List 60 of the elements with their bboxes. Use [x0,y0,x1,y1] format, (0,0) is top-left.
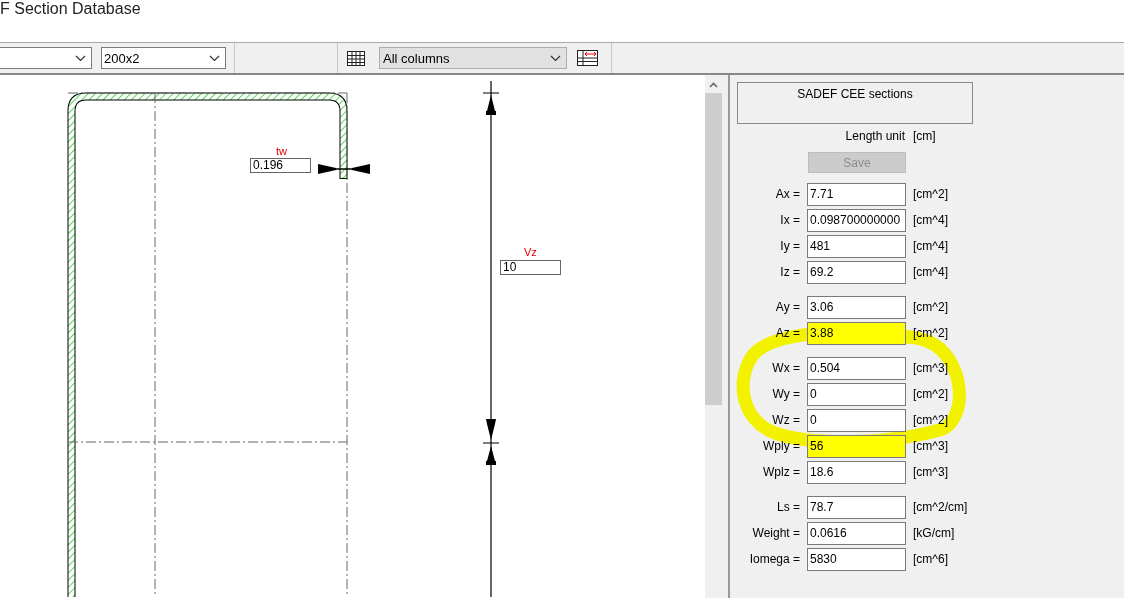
input-field[interactable]: 10 [500,260,561,275]
property-label: Iy = [779,239,800,253]
unit-label: [cm^2] [913,300,948,314]
unit-label: [cm^2] [913,326,948,340]
dimension-arrows [317,164,371,174]
input-field[interactable]: 3.88 [807,321,906,345]
input-field[interactable]: 0.196 [250,158,311,173]
length-unit-label: Length unit [844,129,905,143]
unit-label: [cm^3] [913,361,948,375]
input-field[interactable]: 78.7 [807,495,906,519]
unit-label: [cm^4] [913,213,948,227]
property-label: Ay = [774,300,800,314]
window-title: F Section Database [0,0,141,18]
property-label: Wy = [771,387,800,401]
property-label: Wplz = [762,465,800,479]
column-width-icon[interactable] [577,50,598,66]
dimension-label: Vz [524,246,537,258]
property-label: Ix = [779,213,800,227]
section-name-box: SADEF CEE sections [737,82,973,124]
unit-label: [kG/cm] [913,526,955,540]
property-label: Ax = [774,187,800,201]
splitter[interactable] [722,75,730,598]
columns-dropdown[interactable]: All columns [379,47,567,69]
property-label: Ls = [776,500,800,514]
caret-icon [550,54,561,62]
unit-label: [cm^2] [913,187,948,201]
input-field[interactable]: 18.6 [807,460,906,484]
scroll-up-icon[interactable] [709,82,718,88]
dropdown[interactable] [0,47,92,69]
input-field[interactable]: 0.504 [807,356,906,380]
unit-label: [cm^3] [913,465,948,479]
unit-label: [cm^2/cm] [913,500,968,514]
property-label: Wz = [771,413,800,427]
input-field[interactable]: 481 [807,234,906,258]
input-field[interactable]: 5830 [807,547,906,571]
property-label: Weight = [751,526,800,540]
scrollbar-thumb[interactable] [705,93,722,405]
unit-label: [cm^2] [913,387,948,401]
input-field[interactable]: 0.0616 [807,521,906,545]
input-field[interactable]: 0 [807,408,906,432]
input-field[interactable]: 7.71 [807,182,906,206]
caret-icon [75,54,86,62]
property-label: Iomega = [748,552,800,566]
property-label: Wx = [771,361,800,375]
input-field[interactable]: 0 [807,382,906,406]
unit-label: [cm^3] [913,439,948,453]
unit-label: [cm^4] [913,239,948,253]
input-field[interactable]: 56 [807,434,906,458]
input-field[interactable]: 69.2 [807,260,906,284]
length-unit: [cm] [913,129,936,143]
dimension-label: tw [276,145,287,157]
unit-label: [cm^6] [913,552,948,566]
dropdown[interactable]: 200x2 [101,47,226,69]
scrollbar[interactable] [705,75,722,598]
input-field[interactable]: 3.06 [807,295,906,319]
unit-label: [cm^4] [913,265,948,279]
input-field[interactable]: 0.098700000000 [807,208,906,232]
caret-icon [209,54,220,62]
table-icon[interactable] [347,50,365,66]
property-label: Iz = [779,265,800,279]
